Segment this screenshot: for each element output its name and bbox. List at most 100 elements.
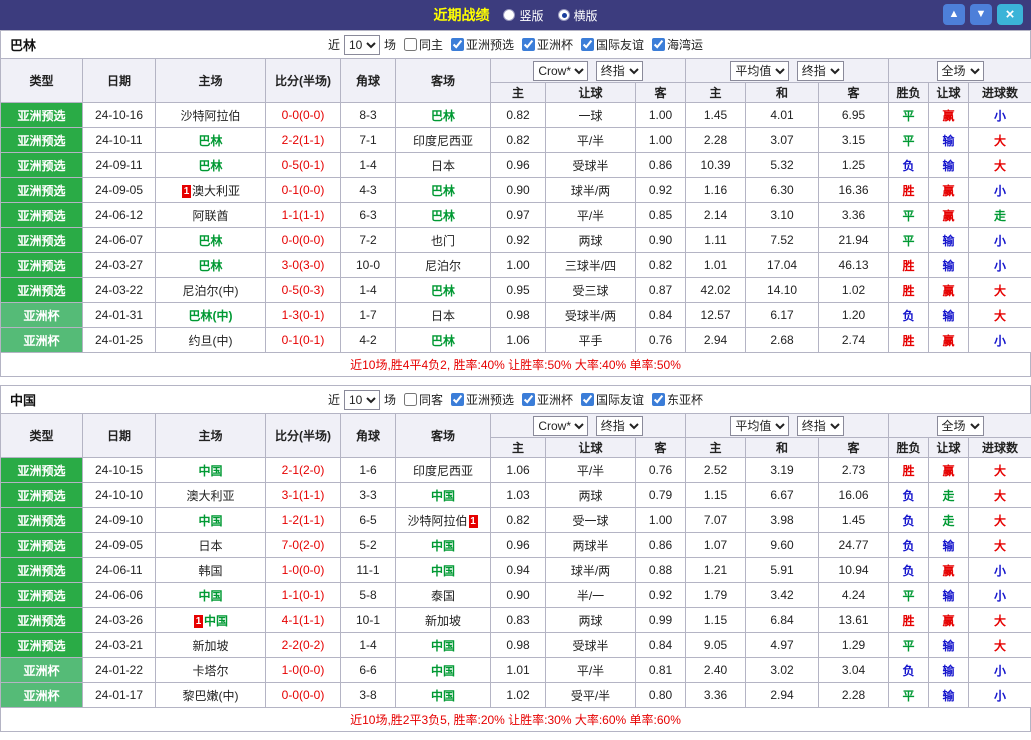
avg-away-cell: 3.04 xyxy=(819,658,889,683)
match-row: 亚洲杯24-01-17黎巴嫩(中)0-0(0-0)3-8中国1.02受平/半0.… xyxy=(1,683,1031,708)
home-team-cell: 阿联酋 xyxy=(156,203,266,228)
competition-label: 东亚杯 xyxy=(667,391,703,408)
match-count-select[interactable]: 10 xyxy=(344,35,380,55)
competition-checkbox[interactable] xyxy=(581,38,594,51)
competition-checkbox[interactable] xyxy=(581,393,594,406)
home-team-cell: 巴林 xyxy=(156,253,266,278)
handicap-odds-group-header: Crow* 终指 xyxy=(491,59,686,83)
score-cell: 0-0(0-0) xyxy=(266,228,341,253)
radio-circle-checked-icon[interactable] xyxy=(558,9,570,21)
competition-label: 国际友谊 xyxy=(596,391,644,408)
avg-home-cell: 9.05 xyxy=(686,633,746,658)
avg-time-select[interactable]: 终指 xyxy=(797,61,844,81)
score-cell: 1-3(0-1) xyxy=(266,303,341,328)
scope-select[interactable]: 全场 xyxy=(937,61,984,81)
up-arrow-icon: ▲ xyxy=(949,9,960,20)
match-date-cell: 24-01-25 xyxy=(83,328,156,353)
competition-label: 亚洲预选 xyxy=(466,36,514,53)
score-cell: 2-2(1-1) xyxy=(266,128,341,153)
same-side-filter[interactable]: 同主 xyxy=(396,36,443,53)
competition-checkbox[interactable] xyxy=(451,393,464,406)
radio-vertical-layout[interactable]: 竖版 xyxy=(503,7,543,24)
corners-cell: 1-4 xyxy=(341,153,396,178)
match-count-select[interactable]: 10 xyxy=(344,390,380,410)
win-draw-loss-cell: 负 xyxy=(889,303,929,328)
match-date-cell: 24-10-11 xyxy=(83,128,156,153)
competition-filter[interactable]: 国际友谊 xyxy=(573,36,644,53)
handicap-line-cell: 平手 xyxy=(546,328,636,353)
competition-filter[interactable]: 海湾运 xyxy=(644,36,703,53)
home-team-cell: 1中国 xyxy=(156,608,266,633)
avg-source-select[interactable]: 平均值 xyxy=(730,416,789,436)
scroll-down-button[interactable]: ▼ xyxy=(970,4,992,25)
corners-cell: 1-4 xyxy=(341,278,396,303)
competition-filter[interactable]: 东亚杯 xyxy=(644,391,703,408)
avg-source-select[interactable]: 平均值 xyxy=(730,61,789,81)
corners-cell: 1-7 xyxy=(341,303,396,328)
competition-filter[interactable]: 亚洲杯 xyxy=(514,36,573,53)
close-button[interactable]: × xyxy=(997,4,1023,25)
home-team-cell: 尼泊尔(中) xyxy=(156,278,266,303)
competition-checkbox[interactable] xyxy=(652,393,665,406)
same-side-checkbox[interactable] xyxy=(404,393,417,406)
same-side-filter[interactable]: 同客 xyxy=(396,391,443,408)
competition-filter[interactable]: 亚洲杯 xyxy=(514,391,573,408)
goals-result-cell: 大 xyxy=(969,633,1031,658)
avg-home-cell: 1.16 xyxy=(686,178,746,203)
win-draw-loss-cell: 平 xyxy=(889,583,929,608)
competition-checkbox[interactable] xyxy=(522,393,535,406)
handicap-line-cell: 两球 xyxy=(546,608,636,633)
subcol-header: 客 xyxy=(636,438,686,458)
score-cell: 0-1(0-0) xyxy=(266,178,341,203)
away-team-cell: 日本 xyxy=(396,153,491,178)
competition-filter[interactable]: 亚洲预选 xyxy=(443,391,514,408)
corners-cell: 3-8 xyxy=(341,683,396,708)
match-date-cell: 24-06-07 xyxy=(83,228,156,253)
score-cell: 3-0(3-0) xyxy=(266,253,341,278)
radio-circle-icon[interactable] xyxy=(503,9,515,21)
score-cell: 0-5(0-3) xyxy=(266,278,341,303)
competition-filter[interactable]: 亚洲预选 xyxy=(443,36,514,53)
odds-source-select[interactable]: Crow* xyxy=(533,416,588,436)
competition-checkbox[interactable] xyxy=(451,38,464,51)
handicap-result-cell: 输 xyxy=(929,658,969,683)
handicap-away-odds-cell: 1.00 xyxy=(636,508,686,533)
avg-draw-cell: 6.84 xyxy=(746,608,819,633)
away-team-cell: 中国 xyxy=(396,533,491,558)
corners-cell: 11-1 xyxy=(341,558,396,583)
corners-cell: 5-2 xyxy=(341,533,396,558)
handicap-line-cell: 平/半 xyxy=(546,128,636,153)
subcol-header: 进球数 xyxy=(969,438,1031,458)
handicap-away-odds-cell: 0.84 xyxy=(636,633,686,658)
win-draw-loss-cell: 负 xyxy=(889,658,929,683)
handicap-line-cell: 球半/两 xyxy=(546,178,636,203)
goals-result-cell: 小 xyxy=(969,328,1031,353)
competition-filter[interactable]: 国际友谊 xyxy=(573,391,644,408)
handicap-result-cell: 输 xyxy=(929,253,969,278)
team-sections: 巴林 近 10 场 同主 亚洲预选亚洲杯国际友谊海湾运 xyxy=(0,30,1031,732)
avg-home-cell: 7.07 xyxy=(686,508,746,533)
avg-home-cell: 2.52 xyxy=(686,458,746,483)
competition-checkbox[interactable] xyxy=(652,38,665,51)
avg-away-cell: 6.95 xyxy=(819,103,889,128)
goals-result-cell: 小 xyxy=(969,683,1031,708)
away-team-cell: 新加坡 xyxy=(396,608,491,633)
odds-time-select[interactable]: 终指 xyxy=(596,61,643,81)
competition-checkbox[interactable] xyxy=(522,38,535,51)
scroll-up-button[interactable]: ▲ xyxy=(943,4,965,25)
avg-away-cell: 46.13 xyxy=(819,253,889,278)
avg-away-cell: 10.94 xyxy=(819,558,889,583)
away-team-cell: 中国 xyxy=(396,558,491,583)
away-team-cell: 泰国 xyxy=(396,583,491,608)
away-team-cell: 中国 xyxy=(396,483,491,508)
same-side-checkbox[interactable] xyxy=(404,38,417,51)
col-header: 主场 xyxy=(156,59,266,103)
odds-source-select[interactable]: Crow* xyxy=(533,61,588,81)
avg-draw-cell: 6.67 xyxy=(746,483,819,508)
col-header: 客场 xyxy=(396,414,491,458)
radio-horizontal-layout[interactable]: 横版 xyxy=(558,7,598,24)
avg-time-select[interactable]: 终指 xyxy=(797,416,844,436)
scope-select[interactable]: 全场 xyxy=(937,416,984,436)
odds-time-select[interactable]: 终指 xyxy=(596,416,643,436)
match-date-cell: 24-09-05 xyxy=(83,178,156,203)
